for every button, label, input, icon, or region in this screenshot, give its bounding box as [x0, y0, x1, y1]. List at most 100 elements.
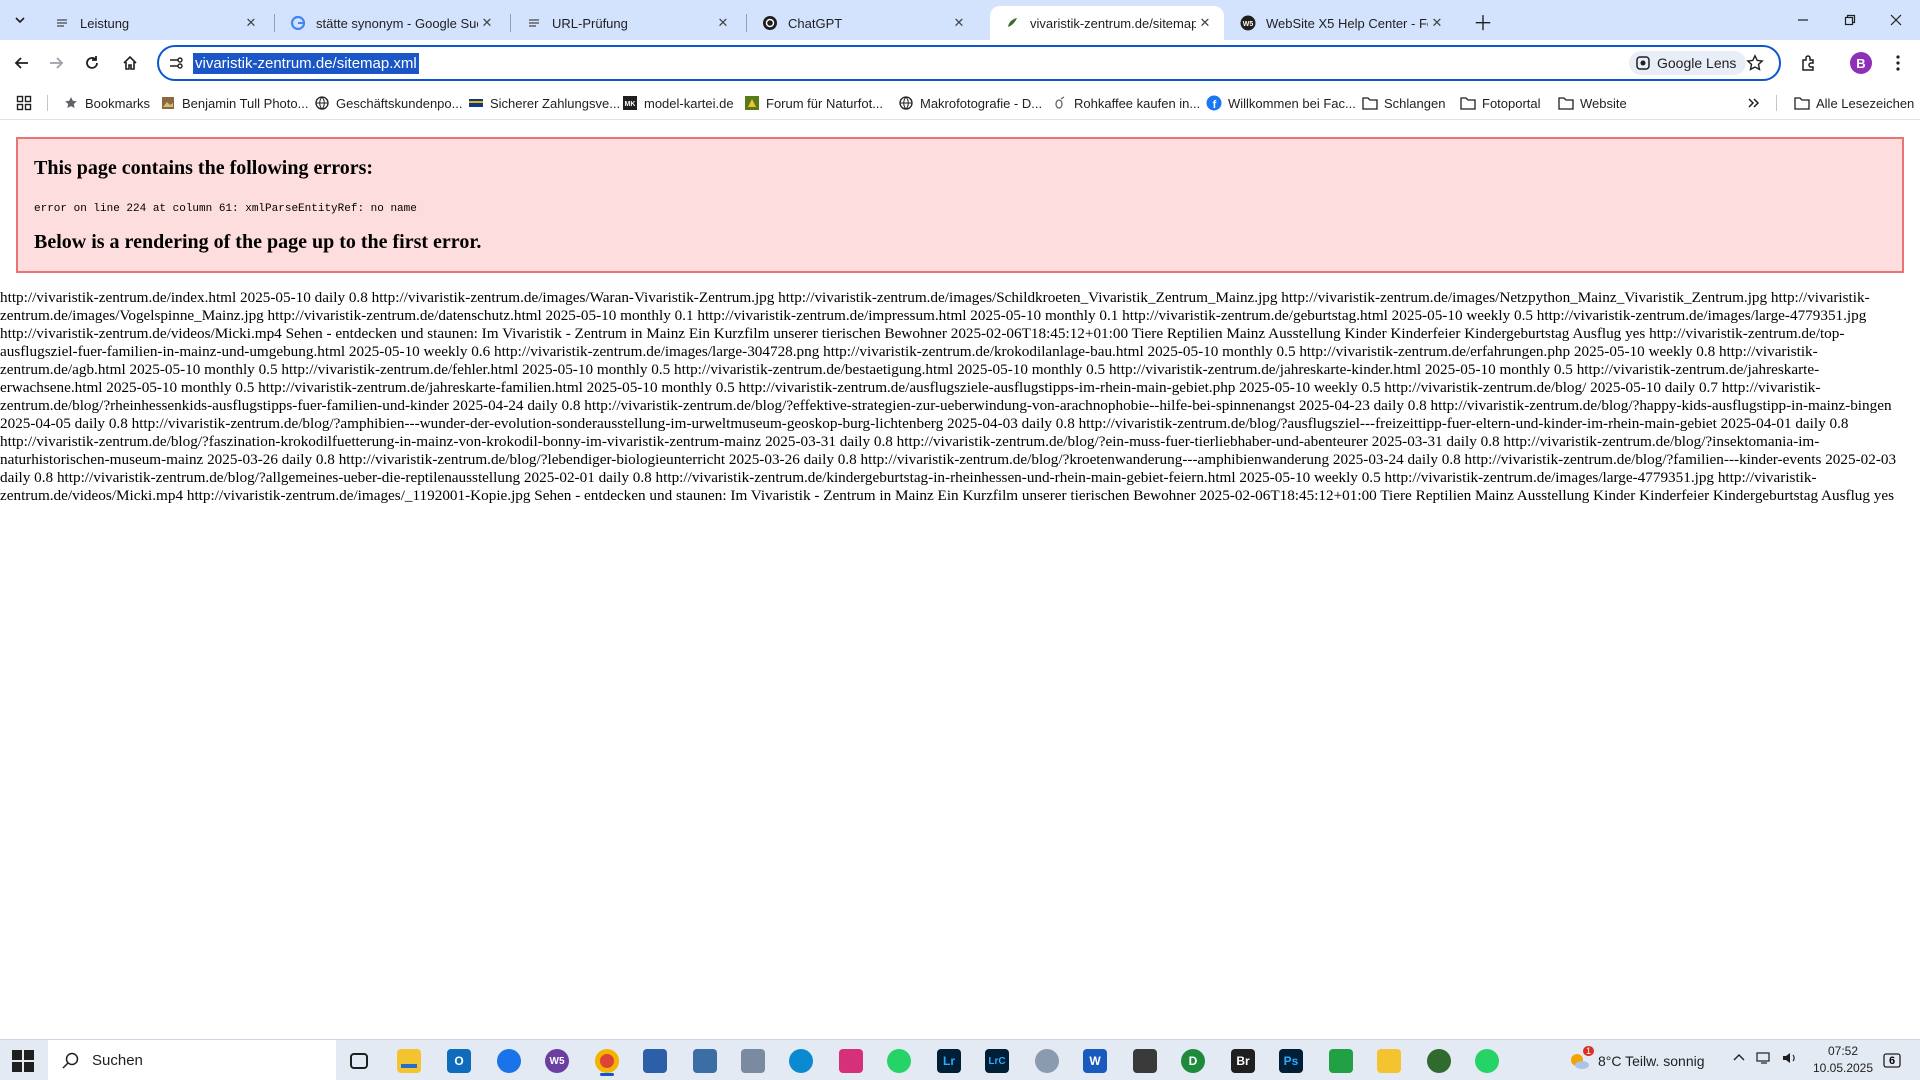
error-message: error on line 224 at column 61: xmlParse… — [34, 203, 417, 215]
tab-search-button[interactable] — [8, 8, 32, 32]
websitex5-icon: W5 — [1240, 15, 1256, 31]
close-icon[interactable]: ✕ — [1196, 14, 1214, 32]
page-icon — [54, 15, 70, 31]
close-window-button[interactable] — [1873, 0, 1919, 40]
word-icon[interactable]: W — [1080, 1046, 1110, 1076]
close-icon[interactable]: ✕ — [242, 14, 260, 32]
volume-icon[interactable] — [1782, 1051, 1798, 1065]
outlook-icon[interactable]: O — [444, 1046, 474, 1076]
file-explorer-icon[interactable] — [394, 1046, 424, 1076]
google-lens-button[interactable]: Google Lens — [1629, 51, 1747, 75]
bookmark-bookmarks[interactable]: Bookmarks — [63, 91, 150, 115]
all-bookmarks-button[interactable]: Alle Lesezeichen — [1794, 91, 1914, 115]
bookmark-geschaeftskunden[interactable]: Geschäftskundenpo... — [314, 91, 462, 115]
network-icon[interactable] — [1756, 1051, 1772, 1065]
task-view-icon[interactable] — [344, 1046, 374, 1076]
lens-icon — [1636, 56, 1650, 70]
chevron-up-icon[interactable] — [1732, 1051, 1746, 1065]
close-icon[interactable]: ✕ — [1428, 14, 1446, 32]
extensions-button[interactable] — [1795, 49, 1823, 77]
weather-icon: 1 — [1568, 1046, 1594, 1072]
back-button[interactable] — [8, 49, 36, 77]
bookmark-label: Rohkaffee kaufen in... — [1074, 95, 1201, 111]
more-bookmarks-button[interactable] — [1746, 91, 1760, 115]
bridge-icon[interactable]: Br — [1228, 1046, 1258, 1076]
app-icon[interactable]: D — [1178, 1046, 1208, 1076]
tab-websitex5-help[interactable]: W5 WebSite X5 Help Center - Fehl ✕ — [1226, 6, 1456, 40]
folder-icon — [1558, 95, 1574, 111]
forward-button[interactable] — [42, 49, 70, 77]
bookmark-folder-website[interactable]: Website — [1558, 91, 1627, 115]
tab-sitemap-active[interactable]: vivaristik-zentrum.de/sitemap.xml ✕ — [990, 6, 1224, 40]
profile-avatar[interactable]: B — [1850, 52, 1872, 74]
app-icon[interactable] — [1374, 1046, 1404, 1076]
calculator-icon[interactable] — [690, 1046, 720, 1076]
browser-icon[interactable] — [494, 1046, 524, 1076]
minimize-button[interactable] — [1780, 0, 1826, 40]
tab-google-search[interactable]: stätte synonym - Google Suche ✕ — [276, 6, 506, 40]
tab-leistung[interactable]: Leistung ✕ — [40, 6, 270, 40]
reload-button[interactable] — [78, 49, 106, 77]
svg-text:MK: MK — [625, 101, 636, 108]
apps-button[interactable] — [16, 91, 32, 115]
app-icon[interactable] — [1130, 1046, 1160, 1076]
whatsapp-icon[interactable] — [884, 1046, 914, 1076]
svg-text:f: f — [1213, 99, 1217, 111]
minimize-icon — [1798, 19, 1808, 21]
app-icon[interactable] — [1424, 1046, 1454, 1076]
payment-icon — [468, 95, 484, 111]
bookmarks-bar: Bookmarks Benjamin Tull Photo... Geschäf… — [0, 86, 1920, 120]
tab-url-pruefung[interactable]: URL-Prüfung ✕ — [512, 6, 742, 40]
bookmarks-divider — [1776, 95, 1777, 111]
bookmark-model-kartei[interactable]: MK model-kartei.de — [622, 91, 734, 115]
bookmark-folder-schlangen[interactable]: Schlangen — [1362, 91, 1445, 115]
tab-title: stätte synonym - Google Suche — [316, 15, 478, 31]
bookmark-naturfoto-forum[interactable]: Forum für Naturfot... — [744, 91, 883, 115]
lightroom-icon[interactable]: Lr — [934, 1046, 964, 1076]
home-button[interactable] — [116, 49, 144, 77]
websitex5-icon[interactable]: W5 — [542, 1046, 572, 1076]
app-icon[interactable] — [1032, 1046, 1062, 1076]
bookmark-label: Bookmarks — [85, 95, 151, 111]
instagram-icon[interactable] — [836, 1046, 866, 1076]
bookmark-facebook[interactable]: f Willkommen bei Fac... — [1206, 91, 1356, 115]
lightroom-classic-icon[interactable]: LrC — [982, 1046, 1012, 1076]
new-tab-button[interactable]: ＋ — [1470, 8, 1496, 35]
bookmark-folder-fotoportal[interactable]: Fotoportal — [1460, 91, 1541, 115]
weather-widget[interactable]: 1 8°C Teilw. sonnig — [1568, 1046, 1705, 1072]
bookmark-makrofotografie[interactable]: Makrofotografie - D... — [898, 91, 1042, 115]
taskbar-search-box[interactable]: Suchen — [48, 1040, 336, 1080]
app-icon[interactable] — [1326, 1046, 1356, 1076]
xml-error-box: This page contains the following errors:… — [16, 137, 1904, 273]
puzzle-icon — [1802, 55, 1814, 71]
notification-center-button[interactable]: 6 — [1880, 1050, 1904, 1072]
close-icon[interactable]: ✕ — [478, 14, 496, 32]
bookmark-star-button[interactable] — [1743, 51, 1767, 75]
tab-title: vivaristik-zentrum.de/sitemap.xml — [1030, 15, 1196, 31]
whatsapp-icon[interactable] — [1472, 1046, 1502, 1076]
edge-icon[interactable] — [786, 1046, 816, 1076]
photoshop-icon[interactable]: Ps — [1276, 1046, 1306, 1076]
reload-icon — [86, 56, 98, 69]
site-info-icon[interactable] — [167, 54, 185, 72]
app-icon[interactable] — [640, 1046, 670, 1076]
bookmark-zahlung[interactable]: Sicherer Zahlungsve... — [468, 91, 620, 115]
chrome-icon[interactable] — [592, 1046, 622, 1076]
bookmark-label: Willkommen bei Fac... — [1228, 95, 1356, 111]
taskbar-clock[interactable]: 07:52 10.05.2025 — [1802, 1043, 1884, 1077]
close-icon[interactable]: ✕ — [714, 14, 732, 32]
browser-menu-button[interactable] — [1886, 49, 1910, 77]
bookmark-rohkaffee[interactable]: Rohkaffee kaufen in... — [1052, 91, 1200, 115]
restore-button[interactable] — [1827, 0, 1873, 40]
start-button[interactable] — [12, 1050, 34, 1072]
tab-chatgpt[interactable]: ChatGPT ✕ — [748, 6, 978, 40]
close-icon[interactable]: ✕ — [950, 14, 968, 32]
address-url[interactable]: vivaristik-zentrum.de/sitemap.xml — [193, 53, 419, 74]
address-bar[interactable]: vivaristik-zentrum.de/sitemap.xml Google… — [157, 45, 1781, 81]
app-icon[interactable] — [738, 1046, 768, 1076]
bookmark-label: Makrofotografie - D... — [920, 95, 1043, 111]
tab-divider — [510, 14, 511, 32]
bookmark-label: Geschäftskundenpo... — [336, 95, 463, 111]
bookmark-benjamin-tull[interactable]: Benjamin Tull Photo... — [160, 91, 308, 115]
tab-title: ChatGPT — [788, 15, 843, 31]
